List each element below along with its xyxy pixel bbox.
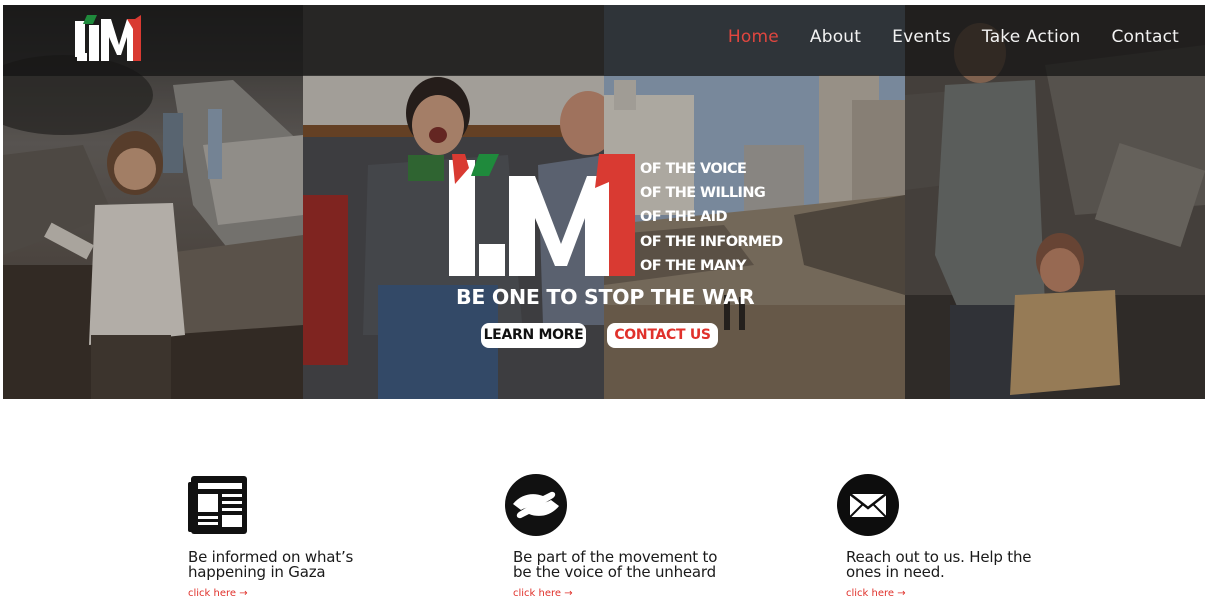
nav-about[interactable]: About [810,27,861,47]
feature-movement-link[interactable]: click here → [513,588,573,599]
feature-movement-text: Be part of the movement to be the voice … [513,548,718,581]
feature-informed-link[interactable]: click here → [188,588,248,599]
newspaper-icon [188,476,247,534]
nav-take-action[interactable]: Take Action [982,27,1081,47]
tagline-informed: OF THE INFORMED [640,233,783,250]
contact-us-button[interactable]: CONTACT US [607,323,718,348]
top-navbar: Home About Events Take Action Contact [3,5,1205,76]
tagline-many: OF THE MANY [640,257,747,274]
tagline-willing: OF THE WILLING [640,185,766,202]
nav-contact[interactable]: Contact [1111,27,1179,47]
hero-taglines: OF THE VOICE OF THE WILLING OF THE AID O… [640,157,783,278]
tagline-voice: OF THE VOICE [640,161,747,177]
feature-informed-text: Be informed on what’s happening in Gaza [188,548,354,581]
tagline-aid: OF THE AID [640,209,728,226]
hero-logo [449,154,635,276]
helping-hands-icon [505,474,567,536]
envelope-icon [837,474,899,536]
learn-more-button[interactable]: LEARN MORE [481,323,586,348]
nav-home[interactable]: Home [728,27,779,47]
feature-reach-out-link[interactable]: click here → [846,588,906,599]
feature-reach-out-text: Reach out to us. Help the ones in need. [846,548,1032,581]
hero-headline: BE ONE TO STOP THE WAR [456,285,755,309]
main-nav: Home About Events Take Action Contact [697,27,1179,47]
nav-events[interactable]: Events [892,27,951,47]
site-logo[interactable] [75,15,141,63]
hero-banner: Home About Events Take Action Contact OF… [3,5,1205,399]
